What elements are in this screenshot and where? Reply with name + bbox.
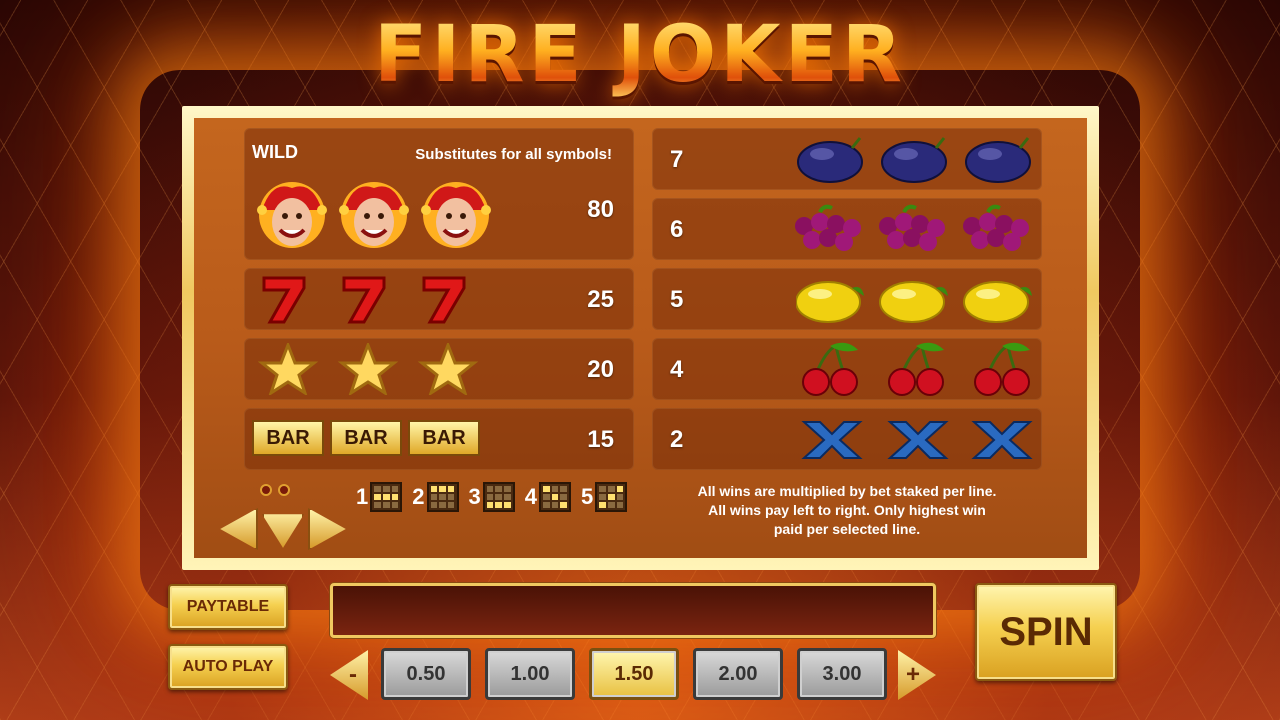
payline-number: 2 [412, 484, 425, 509]
spin-button[interactable]: SPIN [975, 583, 1117, 681]
paytable-button[interactable]: PAYTABLE [168, 584, 288, 630]
bet-option[interactable]: 3.00 [797, 648, 887, 700]
paytable-row-bar: BAR BAR BAR 15 [244, 408, 634, 470]
cherry-icon [796, 340, 1036, 398]
bet-option[interactable]: 0.50 [381, 648, 471, 700]
paytable-row-lemon: 5 [652, 268, 1042, 330]
x-payout: 2 [670, 426, 684, 453]
star-icon [258, 343, 488, 395]
rules-text: All wins are multiplied by bet staked pe… [662, 482, 1032, 539]
paytable-panel: WILD Substitutes for all symbols! 80 25 … [194, 118, 1087, 558]
payline-grid-icon [482, 482, 515, 512]
rules-line: paid per selected line. [773, 521, 921, 537]
payline-grid-icon [426, 482, 459, 512]
bar-symbol: BAR [330, 420, 402, 456]
bar-payout: 15 [587, 426, 614, 453]
rules-line: All wins pay left to right. Only highest… [708, 502, 986, 518]
payline-4: 4 [525, 482, 571, 512]
plum-payout: 7 [670, 146, 684, 173]
autoplay-button[interactable]: AUTO PLAY [168, 644, 288, 690]
paytable-row-seven: 25 [244, 268, 634, 330]
grapes-payout: 6 [670, 216, 684, 243]
rules-line: All wins are multiplied by bet staked pe… [697, 483, 997, 499]
wild-description: Substitutes for all symbols! [415, 146, 612, 163]
bet-option-selected[interactable]: 1.50 [589, 648, 679, 700]
payline-1: 1 [356, 482, 403, 512]
paytable-row-plum: 7 [652, 128, 1042, 190]
paytable-navigation [216, 508, 350, 550]
wild-label: WILD [252, 142, 298, 162]
seven-payout: 25 [587, 286, 614, 313]
bar-icon: BAR BAR BAR [252, 420, 480, 456]
star-payout: 20 [587, 356, 614, 383]
paytable-row-x: 2 [652, 408, 1042, 470]
page-indicator [260, 484, 290, 496]
bet-option[interactable]: 1.00 [485, 648, 575, 700]
lemon-icon [796, 274, 1036, 324]
payline-5: 5 [581, 482, 628, 512]
paylines: 1 2 3 4 5 [356, 482, 628, 512]
payline-number: 5 [581, 484, 594, 509]
joker-icons [252, 180, 502, 250]
arrow-right-icon[interactable] [308, 508, 346, 550]
plum-icon [796, 134, 1036, 184]
page-dot[interactable] [278, 484, 290, 496]
page-dot[interactable] [260, 484, 272, 496]
bet-option[interactable]: 2.00 [693, 648, 783, 700]
payline-grid-icon [539, 482, 571, 512]
bar-symbol: BAR [252, 420, 324, 456]
payline-grid-icon [370, 482, 403, 512]
bar-symbol: BAR [408, 420, 480, 456]
grapes-icon [790, 202, 1040, 256]
payline-number: 1 [356, 484, 369, 509]
lemon-payout: 5 [670, 286, 684, 313]
x-icon [800, 418, 1040, 462]
paytable-row-grapes: 6 [652, 198, 1042, 260]
game-title: FIRE JOKER [0, 10, 1280, 100]
paytable-row-star: 20 [244, 338, 634, 400]
arrow-down-icon[interactable] [262, 514, 304, 548]
wild-payout: 80 [587, 196, 614, 223]
wild-row: WILD Substitutes for all symbols! 80 [244, 128, 634, 260]
seven-icon [258, 274, 488, 324]
arrow-left-icon[interactable] [220, 508, 258, 550]
paytable-row-cherry: 4 [652, 338, 1042, 400]
payline-number: 4 [524, 484, 537, 509]
payline-number: 3 [468, 484, 481, 509]
payline-3: 3 [469, 482, 515, 512]
cherry-payout: 4 [670, 356, 684, 383]
payline-2: 2 [412, 482, 459, 512]
paytable-frame: WILD Substitutes for all symbols! 80 25 … [182, 106, 1099, 570]
message-bar [330, 583, 936, 638]
payline-grid-icon [595, 482, 628, 512]
